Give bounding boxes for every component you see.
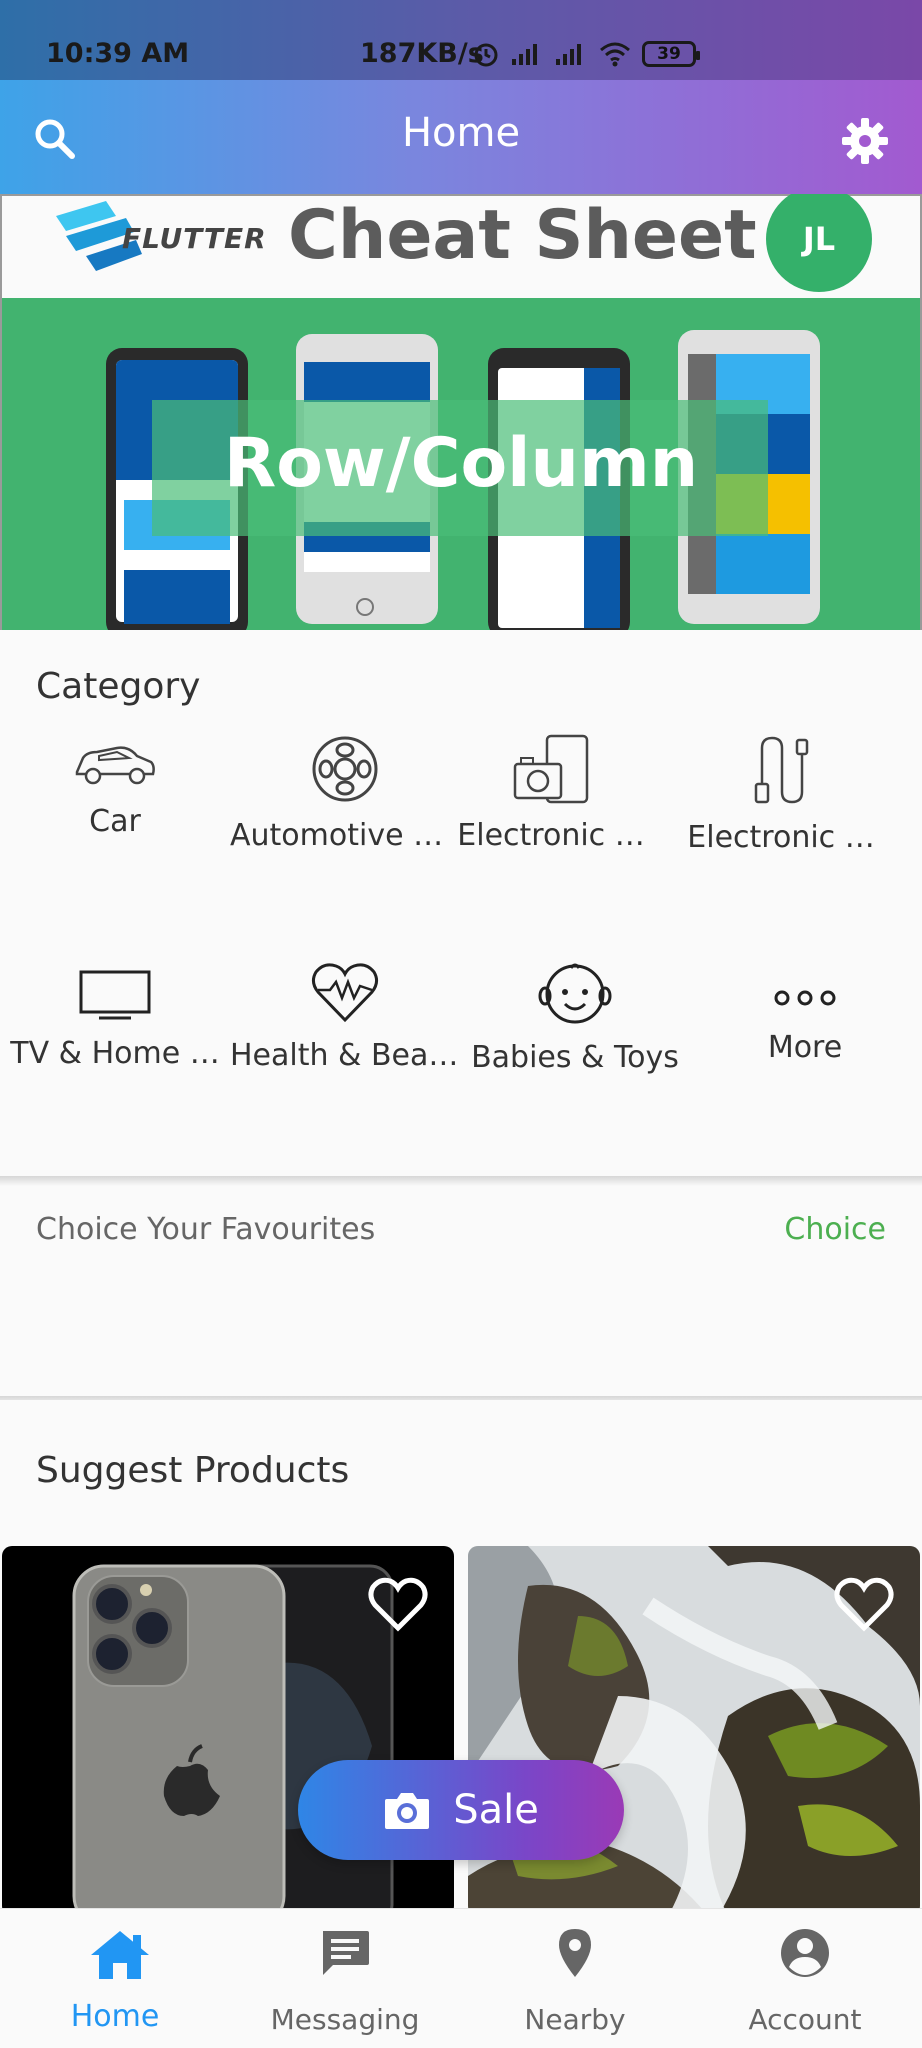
category-label: Electronic … xyxy=(687,820,875,855)
sale-label: Sale xyxy=(453,1787,539,1833)
category-item-car[interactable]: Car xyxy=(0,734,230,839)
nav-item-home[interactable]: Home xyxy=(0,1909,230,2048)
category-label: Car xyxy=(89,804,141,839)
favourites-section: Choice Your Favourites Choice xyxy=(0,1186,922,1396)
jl-badge-text: JL xyxy=(802,220,836,258)
category-section: Category Car Automotive & … Electronic … xyxy=(0,636,922,1176)
location-pin-icon xyxy=(559,1929,591,1977)
app-bar: Home xyxy=(0,80,922,194)
page-title: Home xyxy=(401,110,521,156)
status-network-speed: 187KB/s xyxy=(360,38,484,69)
favourites-label: Choice Your Favourites xyxy=(36,1212,376,1247)
category-label: Health & Beauty xyxy=(230,1038,460,1073)
category-item-electronic-accessories[interactable]: Electronic … xyxy=(666,734,896,855)
nav-item-account[interactable]: Account xyxy=(690,1909,920,2048)
nav-item-nearby[interactable]: Nearby xyxy=(460,1909,690,2048)
message-icon xyxy=(323,1931,369,1975)
suggest-products-title: Suggest Products xyxy=(36,1450,350,1491)
cable-icon xyxy=(754,736,809,804)
banner-heading: Cheat Sheet xyxy=(288,196,757,275)
heart-icon[interactable] xyxy=(834,1576,894,1632)
category-item-automotive[interactable]: Automotive & … xyxy=(230,734,460,853)
status-bar: 10:39 AM 187KB/s 39 xyxy=(0,0,922,80)
car-icon xyxy=(75,746,155,785)
battery-level: 39 xyxy=(657,44,681,64)
category-label: More xyxy=(767,1030,843,1065)
wheel-icon xyxy=(312,736,378,802)
status-time: 10:39 AM xyxy=(46,38,190,69)
product-card[interactable] xyxy=(2,1546,454,1916)
home-icon xyxy=(91,1931,149,1979)
category-title: Category xyxy=(36,666,201,707)
alarm-icon xyxy=(474,43,498,67)
jl-badge: JL xyxy=(766,194,872,292)
heart-pulse-icon xyxy=(311,963,379,1023)
nav-label: Account xyxy=(748,2003,862,2036)
category-label: Automotive & … xyxy=(230,818,460,853)
camera-icon xyxy=(385,1793,430,1829)
category-label: Babies & Toys xyxy=(471,1040,679,1075)
more-icon xyxy=(774,990,836,1006)
category-label: TV & Home … xyxy=(10,1036,220,1071)
choice-button[interactable]: Choice xyxy=(784,1212,886,1247)
category-item-health-beauty[interactable]: Health & Beauty xyxy=(230,960,460,1073)
wifi-icon xyxy=(600,42,630,67)
signal-icon xyxy=(556,44,581,65)
banner-header: FLUTTER Cheat Sheet JL xyxy=(0,194,922,298)
banner[interactable]: FLUTTER Cheat Sheet JL Row/Column xyxy=(0,194,922,630)
nav-item-messaging[interactable]: Messaging xyxy=(230,1909,460,2048)
product-card[interactable] xyxy=(468,1546,920,1916)
sale-button[interactable]: Sale xyxy=(298,1760,624,1860)
section-divider xyxy=(0,1176,922,1186)
gear-icon[interactable] xyxy=(840,116,890,166)
bottom-navigation: Home Messaging Nearby Account xyxy=(0,1908,922,2048)
category-item-electronic-devices[interactable]: Electronic … xyxy=(436,734,666,853)
category-item-babies-toys[interactable]: Babies & Toys xyxy=(460,960,690,1075)
tv-icon xyxy=(79,970,151,1020)
flutter-brand: FLUTTER xyxy=(122,222,267,255)
signal-icon xyxy=(512,44,537,65)
status-icons: 39 xyxy=(472,38,700,70)
camera-phone-icon xyxy=(513,734,589,804)
category-item-tv-home[interactable]: TV & Home … xyxy=(0,966,230,1071)
nav-label: Nearby xyxy=(524,2003,626,2036)
category-item-more[interactable]: More xyxy=(690,980,920,1065)
baby-face-icon xyxy=(538,963,612,1024)
account-icon xyxy=(781,1929,829,1977)
nav-label: Messaging xyxy=(270,2003,420,2036)
banner-overlay-text: Row/Column xyxy=(223,424,699,503)
heart-icon[interactable] xyxy=(368,1576,428,1632)
category-label: Electronic … xyxy=(457,818,645,853)
battery-icon: 39 xyxy=(642,41,700,67)
nav-label: Home xyxy=(70,1999,160,2034)
